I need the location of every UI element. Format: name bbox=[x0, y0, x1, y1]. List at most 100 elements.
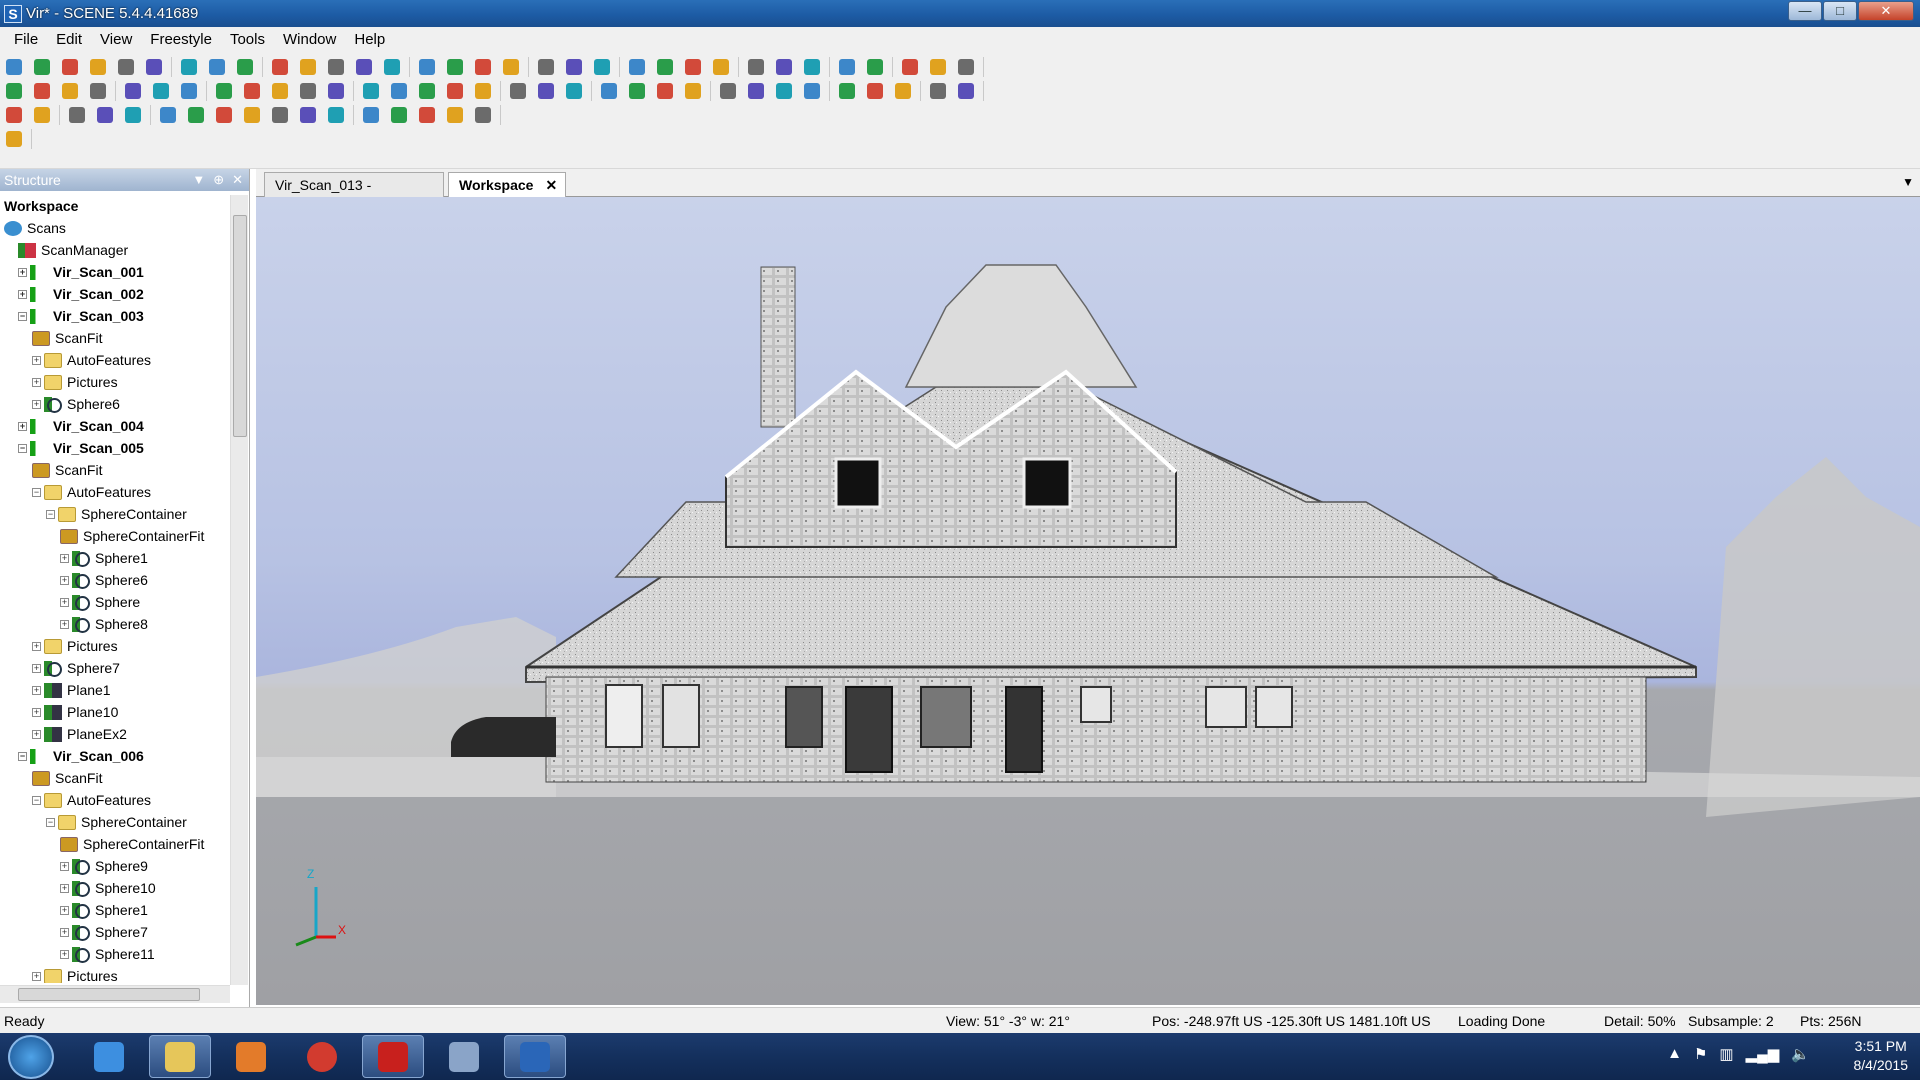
tree-item[interactable]: + Sphere7 bbox=[32, 657, 120, 679]
expand-icon[interactable]: + bbox=[32, 685, 41, 695]
toolbar-tool-icon[interactable] bbox=[472, 57, 494, 77]
toolbar-tool-icon[interactable] bbox=[157, 105, 179, 125]
toolbar-tool-icon[interactable] bbox=[297, 81, 319, 101]
expand-icon[interactable]: + bbox=[60, 949, 69, 959]
expand-icon[interactable]: + bbox=[18, 267, 27, 277]
toolbar-tool-icon[interactable] bbox=[899, 57, 921, 77]
tree-item[interactable]: + Pictures bbox=[32, 965, 118, 983]
toolbar-tool-icon[interactable] bbox=[3, 129, 25, 149]
menu-tools[interactable]: Tools bbox=[230, 31, 265, 48]
tree-item[interactable]: ScanManager bbox=[18, 239, 128, 261]
3d-viewport[interactable]: Z X bbox=[256, 197, 1920, 1005]
tab-menu-arrow-icon[interactable]: ▼ bbox=[1902, 175, 1914, 189]
expand-icon[interactable]: + bbox=[18, 421, 27, 431]
toolbar-tool-icon[interactable] bbox=[773, 81, 795, 101]
expand-icon[interactable]: + bbox=[32, 377, 41, 387]
toolbar-tool-icon[interactable] bbox=[94, 105, 116, 125]
volume-icon[interactable]: 🔈 bbox=[1791, 1045, 1810, 1063]
toolbar-tool-icon[interactable] bbox=[150, 81, 172, 101]
tree-item[interactable]: + Plane10 bbox=[32, 701, 118, 723]
tree-item[interactable]: − Vir_Scan_005 bbox=[18, 437, 144, 459]
collapse-icon[interactable]: − bbox=[46, 817, 55, 827]
toolbar-tool-icon[interactable] bbox=[269, 105, 291, 125]
expand-icon[interactable]: + bbox=[60, 861, 69, 871]
toolbar-tool-icon[interactable] bbox=[500, 57, 522, 77]
tree-item[interactable]: + Sphere6 bbox=[32, 393, 120, 415]
toolbar-tool-icon[interactable] bbox=[745, 57, 767, 77]
toolbar-tool-icon[interactable] bbox=[325, 57, 347, 77]
tree-item[interactable]: ScanFit bbox=[32, 327, 102, 349]
tree-item[interactable]: + Sphere10 bbox=[60, 877, 156, 899]
toolbar-tool-icon[interactable] bbox=[955, 57, 977, 77]
toolbar-tool-icon[interactable] bbox=[206, 57, 228, 77]
tree-item[interactable]: + Sphere11 bbox=[60, 943, 155, 965]
panel-dropdown-icon[interactable]: ▼ bbox=[192, 172, 205, 188]
tree-item[interactable]: + Sphere7 bbox=[60, 921, 148, 943]
collapse-icon[interactable]: − bbox=[32, 795, 41, 805]
toolbar-tool-icon[interactable] bbox=[416, 57, 438, 77]
toolbar-tool-icon[interactable] bbox=[507, 81, 529, 101]
clock[interactable]: 3:51 PM 8/4/2015 bbox=[1854, 1037, 1909, 1075]
toolbar-tool-icon[interactable] bbox=[122, 81, 144, 101]
toolbar-tool-icon[interactable] bbox=[360, 81, 382, 101]
toolbar-tool-icon[interactable] bbox=[472, 105, 494, 125]
expand-icon[interactable]: + bbox=[32, 729, 41, 739]
tree-item[interactable]: + Sphere9 bbox=[60, 855, 148, 877]
expand-icon[interactable]: + bbox=[60, 619, 69, 629]
expand-icon[interactable]: + bbox=[60, 883, 69, 893]
tree-item[interactable]: + Vir_Scan_001 bbox=[18, 261, 144, 283]
expand-icon[interactable]: + bbox=[32, 707, 41, 717]
toolbar-tool-icon[interactable] bbox=[892, 81, 914, 101]
toolbar-tool-icon[interactable] bbox=[654, 57, 676, 77]
scrollbar-thumb[interactable] bbox=[233, 215, 247, 437]
menu-view[interactable]: View bbox=[100, 31, 132, 48]
toolbar-tool-icon[interactable] bbox=[745, 81, 767, 101]
toolbar-tool-icon[interactable] bbox=[59, 57, 81, 77]
toolbar-tool-icon[interactable] bbox=[654, 81, 676, 101]
toolbar-tool-icon[interactable] bbox=[836, 81, 858, 101]
panel-close-icon[interactable]: ✕ bbox=[232, 172, 243, 188]
tree-horizontal-scrollbar[interactable] bbox=[0, 985, 230, 1003]
toolbar-tool-icon[interactable] bbox=[444, 81, 466, 101]
toolbar-tool-icon[interactable] bbox=[535, 57, 557, 77]
toolbar-tool-icon[interactable] bbox=[864, 57, 886, 77]
toolbar-tool-icon[interactable] bbox=[801, 57, 823, 77]
toolbar-tool-icon[interactable] bbox=[241, 81, 263, 101]
toolbar-tool-icon[interactable] bbox=[325, 105, 347, 125]
toolbar-tool-icon[interactable] bbox=[927, 81, 949, 101]
toolbar-tool-icon[interactable] bbox=[381, 57, 403, 77]
toolbar-tool-icon[interactable] bbox=[955, 81, 977, 101]
toolbar-tool-icon[interactable] bbox=[444, 57, 466, 77]
toolbar-tool-icon[interactable] bbox=[3, 81, 25, 101]
toolbar-tool-icon[interactable] bbox=[563, 57, 585, 77]
tree-item[interactable]: − SphereContainer bbox=[46, 811, 187, 833]
tree-item[interactable]: + Sphere1 bbox=[60, 547, 148, 569]
toolbar-tool-icon[interactable] bbox=[626, 57, 648, 77]
toolbar-tool-icon[interactable] bbox=[213, 105, 235, 125]
collapse-icon[interactable]: − bbox=[32, 487, 41, 497]
toolbar-tool-icon[interactable] bbox=[360, 105, 382, 125]
collapse-icon[interactable]: − bbox=[46, 509, 55, 519]
acrobat-icon[interactable] bbox=[362, 1035, 424, 1078]
expand-icon[interactable]: + bbox=[60, 905, 69, 915]
toolbar-tool-icon[interactable] bbox=[115, 57, 137, 77]
tree-item[interactable]: + Sphere6 bbox=[60, 569, 148, 591]
toolbar-tool-icon[interactable] bbox=[241, 105, 263, 125]
toolbar-tool-icon[interactable] bbox=[388, 81, 410, 101]
toolbar-tool-icon[interactable] bbox=[773, 57, 795, 77]
tree-vertical-scrollbar[interactable] bbox=[230, 195, 248, 985]
expand-icon[interactable]: + bbox=[18, 289, 27, 299]
scrollbar-thumb[interactable] bbox=[18, 988, 200, 1001]
tree-item[interactable]: + Sphere8 bbox=[60, 613, 148, 635]
expand-icon[interactable]: + bbox=[32, 399, 41, 409]
toolbar-tool-icon[interactable] bbox=[836, 57, 858, 77]
toolbar-tool-icon[interactable] bbox=[59, 81, 81, 101]
toolbar-tool-icon[interactable] bbox=[122, 105, 144, 125]
toolbar-tool-icon[interactable] bbox=[535, 81, 557, 101]
collapse-icon[interactable]: − bbox=[18, 311, 27, 321]
toolbar-tool-icon[interactable] bbox=[87, 57, 109, 77]
toolbar-tool-icon[interactable] bbox=[185, 105, 207, 125]
action-center-flag-icon[interactable]: ⚑ bbox=[1694, 1045, 1707, 1063]
tree-item[interactable]: + Pictures bbox=[32, 371, 118, 393]
toolbar-tool-icon[interactable] bbox=[801, 81, 823, 101]
